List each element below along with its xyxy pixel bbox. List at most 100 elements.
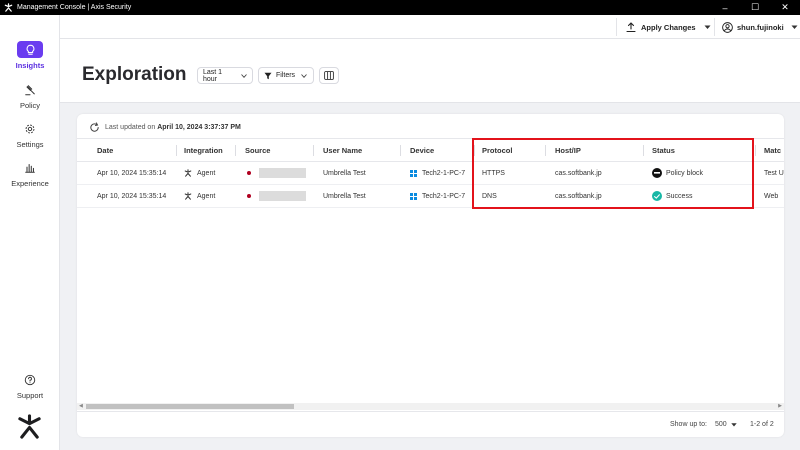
source-status-dot [247, 171, 251, 175]
refresh-icon[interactable] [89, 121, 100, 133]
integration-label: Agent [197, 169, 216, 177]
gear-icon [17, 120, 43, 137]
sidebar-item-support[interactable]: Support [0, 371, 60, 400]
status-label: Success [666, 192, 693, 200]
gavel-icon [17, 81, 43, 98]
redacted-source [259, 191, 306, 201]
column-header-host-ip[interactable]: Host/IP [555, 139, 581, 162]
source-status-dot [247, 194, 251, 198]
horizontal-scrollbar[interactable]: ◀ ▶ [77, 403, 784, 410]
column-header-user-name[interactable]: User Name [323, 139, 362, 162]
sidebar-item-experience[interactable]: Experience [0, 159, 60, 188]
column-header-device[interactable]: Device [410, 139, 434, 162]
scroll-left-icon[interactable]: ◀ [79, 403, 83, 410]
status-label: Policy block [666, 169, 703, 177]
user-avatar-icon [722, 21, 733, 33]
cell-integration: Agent [184, 185, 215, 207]
column-divider[interactable] [313, 145, 314, 156]
help-circle-icon [17, 371, 43, 388]
cell-source [247, 185, 306, 207]
user-menu-button[interactable]: shun.fujinoki [722, 15, 798, 39]
last-updated-prefix: Last updated on [105, 123, 156, 131]
agent-icon [184, 192, 192, 200]
chevron-down-icon [704, 25, 711, 30]
page-title: Exploration [82, 64, 187, 85]
sidebar-item-label: Experience [11, 179, 49, 188]
redacted-source [259, 168, 306, 178]
success-check-icon [652, 191, 662, 201]
page-size-value: 500 [715, 421, 727, 428]
sidebar-item-label: Insights [15, 61, 45, 70]
cell-match: Test U [764, 169, 784, 177]
page-size-select[interactable]: 500 [715, 421, 737, 428]
sidebar-item-label: Settings [16, 140, 44, 149]
sidebar-item-label: Policy [19, 101, 40, 110]
minimize-button[interactable]: – [710, 0, 740, 15]
result-count: 1-2 of 2 [750, 421, 774, 428]
cell-date: Apr 10, 2024 15:35:14 [97, 169, 167, 177]
cell-user-name: Umbrella Test [323, 169, 366, 177]
table-row[interactable]: Apr 10, 2024 15:35:14 Agent Umbrella Tes… [77, 185, 784, 208]
window-title: Management Console | Axis Security [17, 4, 132, 11]
header-divider [714, 18, 715, 36]
column-header-integration[interactable]: Integration [184, 139, 223, 162]
windows-icon [410, 192, 417, 200]
cell-integration: Agent [184, 162, 215, 184]
column-header-protocol[interactable]: Protocol [482, 139, 512, 162]
cell-status: Success [652, 185, 692, 207]
cell-protocol: HTTPS [482, 169, 505, 177]
time-range-label: Last 1 hour [203, 68, 223, 83]
column-divider[interactable] [643, 145, 644, 156]
column-header-match[interactable]: Matc [764, 139, 781, 162]
column-divider[interactable] [755, 145, 756, 156]
chevron-down-icon [301, 73, 307, 78]
apply-changes-label: Apply Changes [641, 22, 696, 32]
axis-logo-icon [16, 413, 43, 445]
filters-label: Filters [276, 72, 296, 79]
column-divider[interactable] [545, 145, 546, 156]
cell-source [247, 162, 306, 184]
results-table: Date Integration Source User Name Device… [77, 138, 784, 208]
sidebar-item-insights[interactable]: Insights [0, 41, 60, 70]
cell-match: Web [764, 192, 779, 200]
column-divider[interactable] [400, 145, 401, 156]
scroll-right-icon[interactable]: ▶ [778, 403, 782, 410]
sidebar-item-settings[interactable]: Settings [0, 120, 60, 149]
cell-host-ip: cas.softbank.jp [555, 192, 602, 200]
bar-chart-icon [17, 159, 43, 176]
last-updated: Last updated on April 10, 2024 3:37:37 P… [89, 121, 241, 133]
scrollbar-thumb[interactable] [86, 404, 294, 409]
apply-changes-button[interactable]: Apply Changes [626, 15, 711, 39]
page-size-label: Show up to: [670, 421, 707, 428]
cell-device: Tech2-1-PC-7 [410, 162, 465, 184]
window-titlebar: Management Console | Axis Security – ☐ ✕ [0, 0, 800, 15]
cell-user-name: Umbrella Test [323, 192, 366, 200]
column-divider[interactable] [235, 145, 236, 156]
chevron-down-icon [730, 422, 737, 427]
columns-toggle-button[interactable] [319, 67, 339, 84]
sidebar-item-policy[interactable]: Policy [0, 81, 60, 110]
column-header-date[interactable]: Date [97, 139, 113, 162]
sidebar: Insights Policy Settings Experience Supp… [0, 15, 60, 450]
close-button[interactable]: ✕ [770, 0, 800, 15]
column-header-status[interactable]: Status [652, 139, 675, 162]
table-row[interactable]: Apr 10, 2024 15:35:14 Agent Umbrella Tes… [77, 162, 784, 185]
column-divider[interactable] [176, 145, 177, 156]
cell-device: Tech2-1-PC-7 [410, 185, 465, 207]
last-updated-time: April 10, 2024 3:37:37 PM [157, 123, 241, 131]
lightbulb-icon [17, 41, 43, 58]
device-label: Tech2-1-PC-7 [422, 169, 466, 177]
column-divider[interactable] [474, 145, 475, 156]
top-header: Apply Changes shun.fujinoki [60, 15, 800, 39]
maximize-button[interactable]: ☐ [740, 0, 770, 15]
chevron-down-icon [241, 73, 247, 78]
windows-icon [410, 169, 417, 177]
page-header: Exploration Last 1 hour Filters [60, 39, 800, 103]
column-header-source[interactable]: Source [245, 139, 270, 162]
time-range-dropdown[interactable]: Last 1 hour [197, 67, 253, 84]
cell-host-ip: cas.softbank.jp [555, 169, 602, 177]
app-logo-icon [4, 3, 13, 12]
chevron-down-icon [791, 25, 798, 30]
filters-dropdown[interactable]: Filters [258, 67, 314, 84]
cell-date: Apr 10, 2024 15:35:14 [97, 192, 167, 200]
